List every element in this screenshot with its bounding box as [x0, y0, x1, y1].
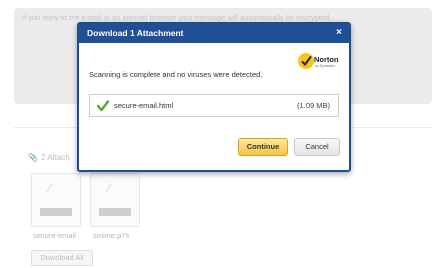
norton-check-icon — [298, 53, 314, 69]
scanned-file-name: secure-email.html — [114, 101, 174, 110]
close-icon[interactable]: × — [336, 27, 342, 38]
attachment-thumbnail-smime[interactable]: ∕ — [90, 173, 140, 227]
paperclip-icon: ∕ — [49, 181, 52, 195]
paperclip-icon: ∕ — [108, 181, 111, 195]
file-placeholder-bar — [40, 208, 72, 216]
checkmark-icon — [97, 100, 109, 112]
norton-logo: Norton by Symantec — [298, 53, 343, 71]
scan-result-message: Scanning is complete and no viruses were… — [89, 70, 263, 79]
attachments-count-label: 2 Attach — [40, 153, 70, 162]
download-dialog: Download 1 Attachment × Norton by Symant… — [77, 22, 351, 172]
dialog-title: Download 1 Attachment — [87, 28, 184, 38]
scanned-file-size: (1.09 MB) — [297, 101, 330, 110]
attachments-count: 📎 2 Attach — [28, 153, 70, 162]
paperclip-icon: 📎 — [28, 153, 38, 162]
encryption-notice-text: If you reply to the e-mail in an interne… — [22, 13, 332, 22]
attachment-name[interactable]: secure-email — [33, 231, 76, 240]
email-page: If you reply to the e-mail in an interne… — [0, 0, 445, 268]
norton-brand-sub: by Symantec — [315, 64, 336, 68]
dialog-header: Download 1 Attachment × — [79, 24, 349, 43]
scanned-file-row: secure-email.html (1.09 MB) — [89, 94, 339, 117]
continue-button[interactable]: Continue — [238, 138, 288, 156]
norton-brand-name: Norton — [314, 55, 339, 64]
download-all-button[interactable]: Download All — [31, 250, 93, 266]
cancel-button[interactable]: Cancel — [294, 138, 340, 156]
file-placeholder-bar — [99, 208, 131, 216]
attachment-name[interactable]: smime.p7s — [93, 231, 129, 240]
attachment-thumbnail-secure-email[interactable]: ∕ — [31, 173, 81, 227]
